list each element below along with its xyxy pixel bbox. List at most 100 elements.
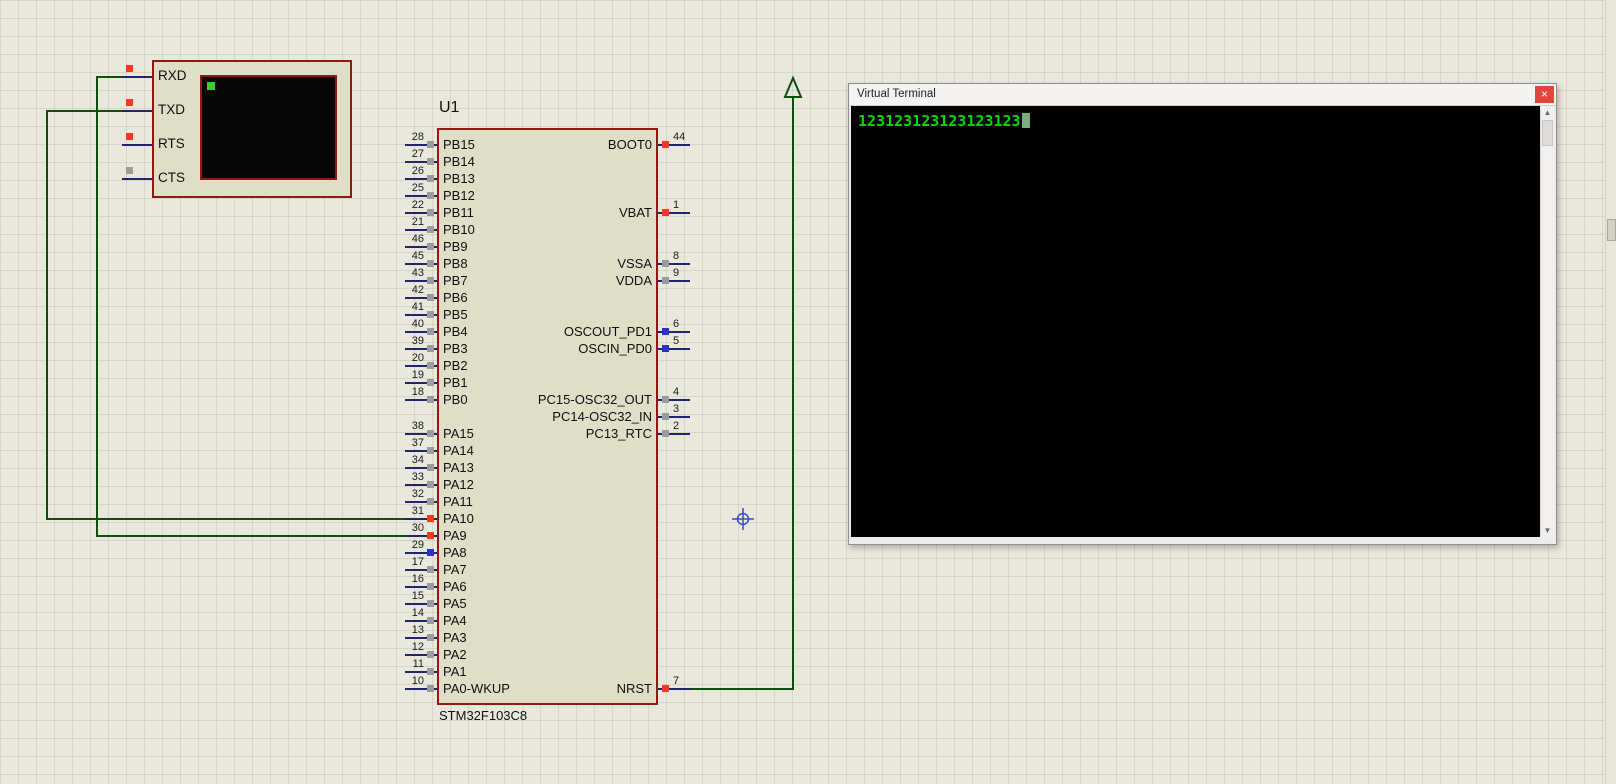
terminal-pin-stub-CTS[interactable]: [122, 178, 152, 180]
mcu-pin-number-PB15: 28: [411, 131, 424, 143]
mcu-pin-state-VBAT: [662, 209, 669, 216]
mcu-pin-number-PB10: 21: [411, 216, 424, 228]
mcu-pin-name-PB13: PB13: [443, 171, 475, 186]
mcu-pin-name-OSCIN_PD0: OSCIN_PD0: [578, 341, 652, 356]
mcu-pin-state-VDDA: [662, 277, 669, 284]
mcu-pin-state-PB3: [427, 345, 434, 352]
mcu-pin-name-PB14: PB14: [443, 154, 475, 169]
terminal-pin-label-TXD: TXD: [158, 102, 185, 117]
schematic-canvas[interactable]: U1 STM32F103C8 28 PB15 27 PB14 26 PB13 25 PB12 2…: [0, 0, 1616, 784]
mcu-pin-number-PB7: 43: [411, 267, 424, 279]
wire-nrst-to-power[interactable]: [690, 97, 794, 690]
mcu-pin-state-PB5: [427, 311, 434, 318]
mcu-pin-number-PA3: 13: [411, 624, 424, 636]
terminal-pin-state-RTS: [126, 133, 133, 140]
mcu-pin-state-PB1: [427, 379, 434, 386]
terminal-output-line: 123123123123123123: [858, 112, 1030, 130]
terminal-pin-label-RTS: RTS: [158, 136, 185, 151]
mcu-pin-state-PB8: [427, 260, 434, 267]
terminal-scrollbar[interactable]: ▲ ▼: [1540, 106, 1554, 537]
terminal-component-screen: [200, 75, 337, 180]
mcu-pin-number-PB5: 41: [411, 301, 424, 313]
mcu-pin-state-PA4: [427, 617, 434, 624]
mcu-pin-state-PA0-WKUP: [427, 685, 434, 692]
mcu-pin-number-PA4: 14: [411, 607, 424, 619]
mcu-pin-state-PC13_RTC: [662, 430, 669, 437]
mcu-pin-number-PB11: 22: [411, 199, 424, 211]
mcu-pin-state-BOOT0: [662, 141, 669, 148]
mcu-pin-state-PB2: [427, 362, 434, 369]
mcu-pin-name-PA1: PA1: [443, 664, 467, 679]
mcu-pin-state-PB9: [427, 243, 434, 250]
mcu-pin-name-NRST: NRST: [616, 681, 652, 696]
mcu-pin-state-NRST: [662, 685, 669, 692]
mcu-pin-name-BOOT0: BOOT0: [607, 137, 652, 152]
mcu-pin-state-PC14-OSC32_IN: [662, 413, 669, 420]
app-vertical-scrollbar[interactable]: [1605, 0, 1616, 784]
mcu-pin-number-BOOT0: 44: [673, 131, 686, 143]
mcu-pin-name-PC13_RTC: PC13_RTC: [585, 426, 652, 441]
mcu-pin-state-PA10: [427, 515, 434, 522]
virtual-terminal-title: Virtual Terminal: [857, 88, 936, 100]
mcu-pin-state-PA8: [427, 549, 434, 556]
terminal-output-screen[interactable]: 123123123123123123: [851, 106, 1540, 537]
mcu-pin-number-PB12: 25: [411, 182, 424, 194]
mcu-pin-name-PB9: PB9: [443, 239, 468, 254]
mcu-pin-number-PA13: 34: [411, 454, 424, 466]
mcu-pin-number-PB13: 26: [411, 165, 424, 177]
terminal-cursor: [1021, 113, 1030, 128]
mcu-pin-number-PA11: 32: [411, 488, 424, 500]
mcu-part-number: STM32F103C8: [439, 708, 528, 723]
mcu-pin-name-PA10: PA10: [443, 511, 474, 526]
mcu-pin-state-PB0: [427, 396, 434, 403]
mcu-pin-state-VSSA: [662, 260, 669, 267]
mcu-pin-number-OSCOUT_PD1: 6: [673, 318, 680, 330]
mcu-pin-number-PB14: 27: [411, 148, 424, 160]
mcu-pin-state-PA6: [427, 583, 434, 590]
mcu-pin-name-PA11: PA11: [443, 494, 473, 509]
mcu-pin-state-PB12: [427, 192, 434, 199]
terminal-scrollbar-thumb[interactable]: [1542, 120, 1553, 146]
mcu-pin-number-PA1: 11: [412, 658, 424, 670]
mcu-pin-number-PB3: 39: [411, 335, 424, 347]
mcu-pin-state-PC15-OSC32_OUT: [662, 396, 669, 403]
mcu-pin-name-PA7: PA7: [443, 562, 467, 577]
mcu-pin-name-VSSA: VSSA: [617, 256, 652, 271]
mcu-pin-state-PA13: [427, 464, 434, 471]
terminal-activity-indicator: [207, 82, 215, 90]
mcu-pin-state-PA1: [427, 668, 434, 675]
scroll-down-icon[interactable]: ▼: [1541, 524, 1554, 537]
mcu-pin-number-PA9: 30: [411, 522, 424, 534]
power-symbol-icon[interactable]: [783, 75, 803, 98]
mcu-pin-name-PB1: PB1: [443, 375, 468, 390]
scroll-up-icon[interactable]: ▲: [1541, 106, 1554, 119]
app-scrollbar-thumb[interactable]: [1607, 219, 1616, 241]
virtual-terminal-titlebar[interactable]: Virtual Terminal ×: [849, 84, 1556, 106]
mcu-pin-number-PA15: 38: [411, 420, 424, 432]
close-icon[interactable]: ×: [1535, 86, 1554, 103]
mcu-pin-number-PC15-OSC32_OUT: 4: [673, 386, 680, 398]
mcu-pin-state-OSCOUT_PD1: [662, 328, 669, 335]
mcu-pin-name-PA12: PA12: [443, 477, 474, 492]
mcu-pin-state-PA2: [427, 651, 434, 658]
mcu-pin-number-PB4: 40: [411, 318, 424, 330]
mcu-pin-number-OSCIN_PD0: 5: [673, 335, 680, 347]
mcu-pin-name-PC15-OSC32_OUT: PC15-OSC32_OUT: [537, 392, 652, 407]
terminal-pin-stub-RTS[interactable]: [122, 144, 152, 146]
mcu-pin-number-PB8: 45: [411, 250, 424, 262]
terminal-pin-stub-RXD[interactable]: [122, 76, 152, 78]
mcu-pin-state-PB6: [427, 294, 434, 301]
mcu-pin-state-PA15: [427, 430, 434, 437]
mcu-pin-number-PB9: 46: [411, 233, 424, 245]
mcu-pin-state-PB14: [427, 158, 434, 165]
mcu-pin-state-PA5: [427, 600, 434, 607]
mcu-pin-number-PB6: 42: [411, 284, 424, 296]
mcu-pin-name-PA8: PA8: [443, 545, 467, 560]
terminal-pin-stub-TXD[interactable]: [122, 110, 152, 112]
terminal-pin-state-TXD: [126, 99, 133, 106]
mcu-pin-number-PA14: 37: [411, 437, 424, 449]
mcu-pin-number-PA5: 15: [411, 590, 424, 602]
mcu-pin-number-PB0: 18: [411, 386, 424, 398]
terminal-output-text: 123123123123123123: [858, 112, 1021, 130]
mcu-pin-number-PA12: 33: [411, 471, 424, 483]
